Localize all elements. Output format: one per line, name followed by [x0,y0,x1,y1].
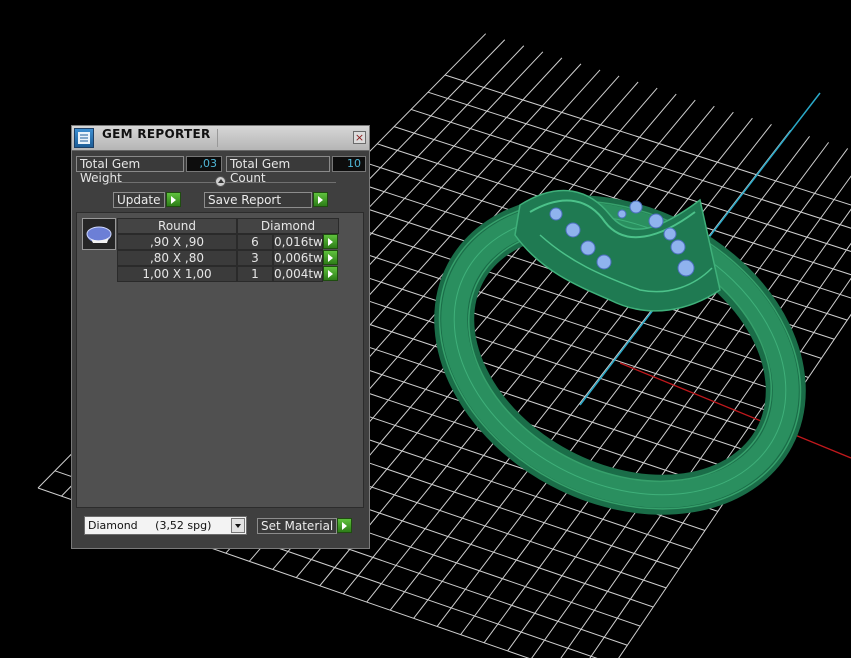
close-icon[interactable]: × [353,131,366,144]
total-gem-count-label: Total Gem Count [226,156,330,185]
material-select[interactable]: Diamond (3,52 spg) [84,516,247,535]
gem-reporter-icon [74,128,94,148]
total-gem-weight-value: ,03 [186,156,222,172]
row-2-count: 3 [237,250,273,266]
header-material: Diamond [237,218,339,234]
title-divider [217,129,218,147]
material-select-value: Diamond (3,52 spg) [88,519,212,532]
gem-thumbnail-icon[interactable] [82,218,116,250]
set-material-play-arrow-icon[interactable] [337,518,352,533]
update-button[interactable]: Update [113,192,165,208]
row-1-play-arrow-icon[interactable] [323,234,338,249]
total-gem-weight-label: Total Gem Weight [76,156,184,185]
row-1-size: ,90 X ,90 [117,234,237,250]
row-3-size: 1,00 X 1,00 [117,266,237,282]
save-report-play-arrow-icon[interactable] [313,192,328,207]
row-1-count: 6 [237,234,273,250]
row-3-play-arrow-icon[interactable] [323,266,338,281]
grid-line [342,111,734,595]
gem-list: Round Diamond ,90 X ,90 6 0,016tw ,80 X … [76,212,364,508]
title-bar[interactable]: GEM REPORTER × [72,126,369,151]
save-report-button[interactable]: Save Report [204,192,312,208]
row-2-play-arrow-icon[interactable] [323,250,338,265]
panel-title: GEM REPORTER [102,127,211,141]
row-2-weight: 0,006tw [273,250,323,266]
row-3-weight: 0,004tw [273,266,323,282]
total-gem-count-value: 10 [332,156,366,172]
set-material-button[interactable]: Set Material [257,518,337,534]
row-1-weight: 0,016tw [273,234,323,250]
grid-line [444,74,851,206]
gem-reporter-panel: GEM REPORTER × Total Gem Weight ,03 Tota… [71,125,370,549]
collapse-toggle-icon[interactable] [215,176,226,187]
header-shape: Round [117,218,237,234]
row-2-size: ,80 X ,80 [117,250,237,266]
row-3-count: 1 [237,266,273,282]
update-play-arrow-icon[interactable] [166,192,181,207]
dropdown-arrow-icon[interactable] [231,518,245,533]
